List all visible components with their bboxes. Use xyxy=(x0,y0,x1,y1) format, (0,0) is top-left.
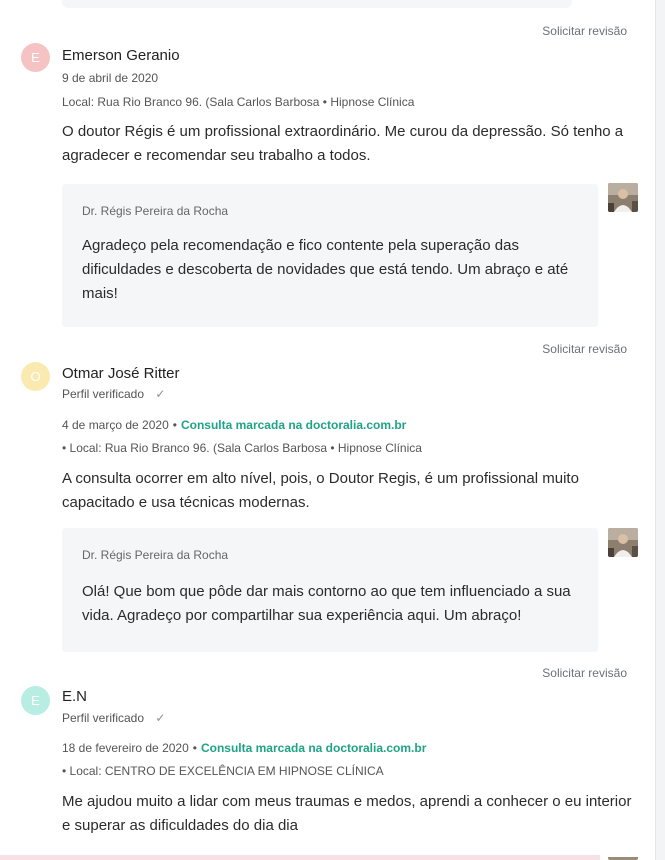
avatar: O xyxy=(21,362,50,391)
review-text: Me ajudou muito a lidar com meus traumas… xyxy=(62,790,632,838)
doctor-photo-image xyxy=(608,528,638,557)
review-date: 18 de fevereiro de 2020 xyxy=(62,741,189,755)
reply-text-line: Olá! Que bom que pôde dar mais contorno … xyxy=(82,583,571,600)
solicitar-revisao-link[interactable]: Solicitar revisão xyxy=(542,342,627,356)
verified-label: Perfil verificado xyxy=(62,711,145,725)
check-icon: ✓ xyxy=(155,387,166,401)
review-location: • Local: CENTRO DE EXCELÊNCIA EM HIPNOSE… xyxy=(62,764,384,778)
review-meta: 4 de março de 2020 • Consulta marcada na d… xyxy=(62,418,406,432)
booked-link[interactable]: Consulta marcada na doctoralia.com.br xyxy=(201,741,426,755)
verified-profile: Perfil verificado ✓ xyxy=(62,711,165,725)
review-meta: 18 de fevereiro de 2020 • Consulta marcada… xyxy=(62,741,426,755)
review-text: A consulta ocorrer em alto nível, pois, … xyxy=(62,467,632,515)
avatar-initial: E xyxy=(31,693,40,708)
meta-separator: • xyxy=(172,418,177,432)
reply-doctor-name: Dr. Régis Pereira da Rocha xyxy=(82,548,229,562)
review-text-line: A consulta ocorrer em alto nível, pois, … xyxy=(62,470,579,487)
verified-profile: Perfil verificado ✓ xyxy=(62,387,165,401)
review-text-line: Me ajudou muito a lidar com meus traumas… xyxy=(62,793,632,810)
doctor-photo xyxy=(608,528,638,557)
solicitar-revisao-link[interactable]: Solicitar revisão xyxy=(542,666,627,680)
reply-text: Olá! Que bom que pôde dar mais contorno … xyxy=(82,580,602,628)
doctor-reply: Dr. Régis Pereira da Rocha Olá! Que bom … xyxy=(62,528,598,652)
check-icon: ✓ xyxy=(155,711,166,725)
review-text: O doutor Régis é um profissional extraor… xyxy=(62,120,632,168)
meta-separator: • xyxy=(192,741,197,755)
review-text-line: e superar as dificuldades do dia dia xyxy=(62,817,298,834)
verified-label: Perfil verificado xyxy=(62,387,145,401)
reply-text-line: vida. Agradeço por compartilhar sua expe… xyxy=(82,607,522,624)
review-location: • Local: Rua Rio Branco 96. (Sala Carlos… xyxy=(62,441,422,455)
review-text-line: O doutor Régis é um profissional extraor… xyxy=(62,123,624,140)
reply-doctor-name: Dr. Régis Pereira da Rocha xyxy=(82,204,229,218)
doctor-reply: Dr. Régis Pereira da Rocha Agradeço pela… xyxy=(62,184,598,327)
reviewer-name: Otmar José Ritter xyxy=(62,365,180,382)
previous-review-card xyxy=(62,0,572,8)
doctor-photo xyxy=(608,852,638,860)
review-location: Local: Rua Rio Branco 96. (Sala Carlos B… xyxy=(62,95,415,109)
reviewer-name: E.N xyxy=(62,688,88,705)
review-text-line: capacitado e usa técnicas modernas. xyxy=(62,494,310,511)
reviews-panel: Solicitar revisão E Emerson Geranio 9 de… xyxy=(0,0,656,860)
reply-text: Agradeço pela recomendação e fico conten… xyxy=(82,234,582,306)
next-review-avatar-strip xyxy=(0,855,600,860)
doctor-photo-image xyxy=(608,183,638,212)
reply-text-line: mais! xyxy=(82,285,118,302)
avatar-initial: O xyxy=(30,369,41,384)
review-text-line: agradecer e recomendar seu trabalho a to… xyxy=(62,147,371,164)
reviewer-name: Emerson Geranio xyxy=(62,47,180,64)
avatar: E xyxy=(21,43,50,72)
doctor-photo xyxy=(608,183,638,212)
avatar-initial: E xyxy=(31,50,40,65)
reply-text-line: Agradeço pela recomendação e fico conten… xyxy=(82,237,519,254)
booked-link[interactable]: Consulta marcada na doctoralia.com.br xyxy=(181,418,406,432)
avatar: E xyxy=(21,686,50,715)
review-date: 9 de abril de 2020 xyxy=(62,71,159,85)
reply-text-line: dificuldades e descoberta de novidades q… xyxy=(82,261,569,278)
solicitar-revisao-link[interactable]: Solicitar revisão xyxy=(542,24,627,38)
review-date: 4 de março de 2020 xyxy=(62,418,169,432)
